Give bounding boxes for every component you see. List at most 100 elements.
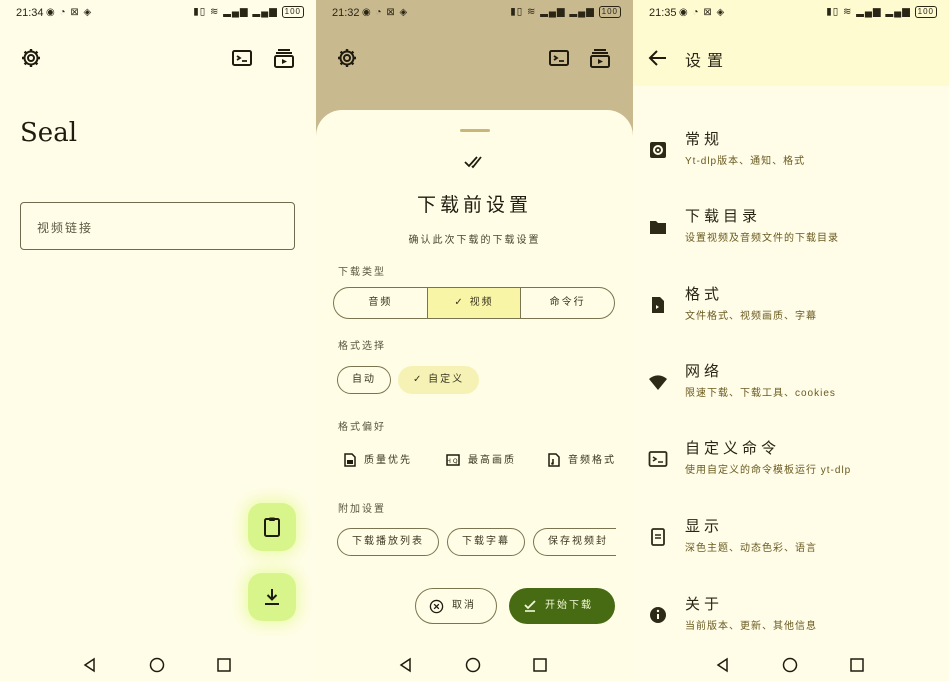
notification-icons: ◉ ◔ ⊠ ◈ xyxy=(679,7,726,18)
drag-handle[interactable] xyxy=(460,129,490,132)
hq-icon: HQ xyxy=(446,454,460,467)
url-placeholder: 视频链接 xyxy=(37,221,94,235)
svg-text:HQ: HQ xyxy=(446,458,459,465)
format-chip-custom[interactable]: ✓ 自定义 xyxy=(398,366,480,394)
back-icon[interactable] xyxy=(82,657,98,673)
subscriptions-icon[interactable] xyxy=(272,46,296,70)
item-title: 常规 xyxy=(685,131,724,148)
recents-icon[interactable] xyxy=(532,657,548,673)
pref-quality-first[interactable]: 质量优先 xyxy=(344,446,412,476)
download-done-icon xyxy=(524,600,536,612)
display-icon xyxy=(651,528,665,546)
type-option-command[interactable]: 命令行 xyxy=(521,288,614,318)
notification-icons: ◉ ◔ ⊠ ◈ xyxy=(362,7,409,18)
info-icon xyxy=(650,607,666,623)
url-input[interactable]: 视频链接 xyxy=(20,202,295,250)
system-nav-bar xyxy=(0,651,316,681)
battery-icon: 100 xyxy=(914,6,937,18)
recents-icon[interactable] xyxy=(849,657,865,673)
home-icon[interactable] xyxy=(149,657,165,673)
battery-icon: 100 xyxy=(281,6,304,18)
terminal-icon xyxy=(648,451,668,467)
paste-button[interactable] xyxy=(248,503,296,551)
item-title: 网络 xyxy=(685,363,724,380)
cancel-icon xyxy=(429,599,444,614)
system-icons: ▮▯ ≋ ▂▄▆ ▂▄▆ 100 xyxy=(510,6,621,18)
back-arrow-icon[interactable] xyxy=(646,46,670,70)
settings-item-custom-command[interactable]: 自定义命令 使用自定义的命令模板运行 yt-dlp xyxy=(633,437,949,497)
start-download-button[interactable]: 开始下载 xyxy=(509,588,615,624)
file-icon xyxy=(652,297,664,313)
chip-download-playlist[interactable]: 下载播放列表 xyxy=(337,528,439,556)
settings-item-download-dir[interactable]: 下载目录 设置视频及音频文件的下载目录 xyxy=(633,205,949,265)
terminal-icon[interactable] xyxy=(230,46,254,70)
item-title: 自定义命令 xyxy=(685,440,781,457)
done-all-icon xyxy=(464,156,482,169)
format-pref-label: 格式偏好 xyxy=(338,422,386,433)
sheet-subtitle: 确认此次下载的下载设置 xyxy=(408,235,541,246)
item-title: 关于 xyxy=(685,596,724,613)
back-icon[interactable] xyxy=(398,657,414,673)
pref-audio-format[interactable]: 音频格式 xyxy=(548,446,616,476)
type-option-audio[interactable]: 音频 xyxy=(334,288,428,318)
item-desc: 当前版本、更新、其他信息 xyxy=(685,621,817,632)
type-option-video[interactable]: ✓ 视频 xyxy=(427,288,522,318)
home-screen: 21:34 ◉ ◔ ⊠ ◈ ▮▯ ≋ ▂▄▆ ▂▄▆ 100 Seal 视频链接 xyxy=(0,0,316,681)
wifi-icon xyxy=(649,375,667,390)
settings-screen: 21:35 ◉ ◔ ⊠ ◈ ▮▯ ≋ ▂▄▆ ▂▄▆ 100 设置 常规 Yt-… xyxy=(633,0,949,681)
check-icon: ✓ xyxy=(413,374,429,385)
check-icon: ✓ xyxy=(454,297,470,308)
download-button[interactable] xyxy=(248,573,296,621)
subscriptions-icon xyxy=(588,46,612,70)
home-icon[interactable] xyxy=(465,657,481,673)
item-desc: 文件格式、视频画质、字幕 xyxy=(685,311,817,322)
settings-item-format[interactable]: 格式 文件格式、视频画质、字幕 xyxy=(633,283,949,343)
item-title: 格式 xyxy=(685,286,724,303)
download-icon xyxy=(265,589,279,605)
settings-icon xyxy=(650,142,666,158)
battery-icon: 100 xyxy=(598,6,621,18)
status-time: 21:34 xyxy=(16,7,44,19)
system-icons: ▮▯ ≋ ▂▄▆ ▂▄▆ 100 xyxy=(193,6,304,18)
back-icon[interactable] xyxy=(715,657,731,673)
item-desc: 使用自定义的命令模板运行 yt-dlp xyxy=(685,465,852,476)
item-desc: 限速下载、下载工具、cookies xyxy=(685,388,836,399)
settings-item-general[interactable]: 常规 Yt-dlp版本、通知、格式 xyxy=(633,128,949,188)
extra-settings-label: 附加设置 xyxy=(338,504,386,515)
terminal-icon xyxy=(547,46,571,70)
status-time: 21:32 xyxy=(332,7,360,19)
folder-icon xyxy=(650,221,666,234)
settings-icon xyxy=(335,46,359,70)
home-icon[interactable] xyxy=(782,657,798,673)
system-nav-bar xyxy=(316,651,633,681)
system-icons: ▮▯ ≋ ▂▄▆ ▂▄▆ 100 xyxy=(826,6,937,18)
item-desc: 设置视频及音频文件的下载目录 xyxy=(685,233,839,244)
chip-save-thumbnail[interactable]: 保存视频封 xyxy=(533,528,616,556)
clipboard-icon xyxy=(264,517,280,537)
status-bar: 21:32 ◉ ◔ ⊠ ◈ ▮▯ ≋ ▂▄▆ ▂▄▆ 100 xyxy=(316,6,633,22)
cancel-button[interactable]: 取消 xyxy=(415,588,497,624)
file-icon xyxy=(344,453,356,468)
download-type-selector: 音频 ✓ 视频 命令行 xyxy=(333,287,615,319)
sheet-title: 下载前设置 xyxy=(416,195,532,216)
download-settings-screen: 21:32 ◉ ◔ ⊠ ◈ ▮▯ ≋ ▂▄▆ ▂▄▆ 100 下载前设置 确认此… xyxy=(316,0,633,681)
audio-file-icon xyxy=(548,453,560,468)
bottom-sheet: 下载前设置 确认此次下载的下载设置 下载类型 音频 ✓ 视频 命令行 格式选择 … xyxy=(316,110,633,681)
status-time: 21:35 xyxy=(649,7,677,19)
item-title: 显示 xyxy=(685,518,724,535)
app-title: Seal xyxy=(20,118,78,148)
chip-download-subtitles[interactable]: 下载字幕 xyxy=(447,528,525,556)
download-type-label: 下载类型 xyxy=(338,267,386,278)
format-chip-auto[interactable]: 自动 xyxy=(337,366,391,394)
settings-item-network[interactable]: 网络 限速下载、下载工具、cookies xyxy=(633,360,949,420)
item-title: 下载目录 xyxy=(685,208,762,225)
settings-item-about[interactable]: 关于 当前版本、更新、其他信息 xyxy=(633,593,949,653)
item-desc: Yt-dlp版本、通知、格式 xyxy=(685,156,806,167)
pref-highest-quality[interactable]: HQ 最高画质 xyxy=(446,446,516,476)
settings-item-display[interactable]: 显示 深色主题、动态色彩、语言 xyxy=(633,515,949,575)
recents-icon[interactable] xyxy=(216,657,232,673)
notification-icons: ◉ ◔ ⊠ ◈ xyxy=(46,7,93,18)
item-desc: 深色主题、动态色彩、语言 xyxy=(685,543,817,554)
status-bar: 21:34 ◉ ◔ ⊠ ◈ ▮▯ ≋ ▂▄▆ ▂▄▆ 100 xyxy=(0,6,316,22)
settings-icon[interactable] xyxy=(19,46,43,70)
